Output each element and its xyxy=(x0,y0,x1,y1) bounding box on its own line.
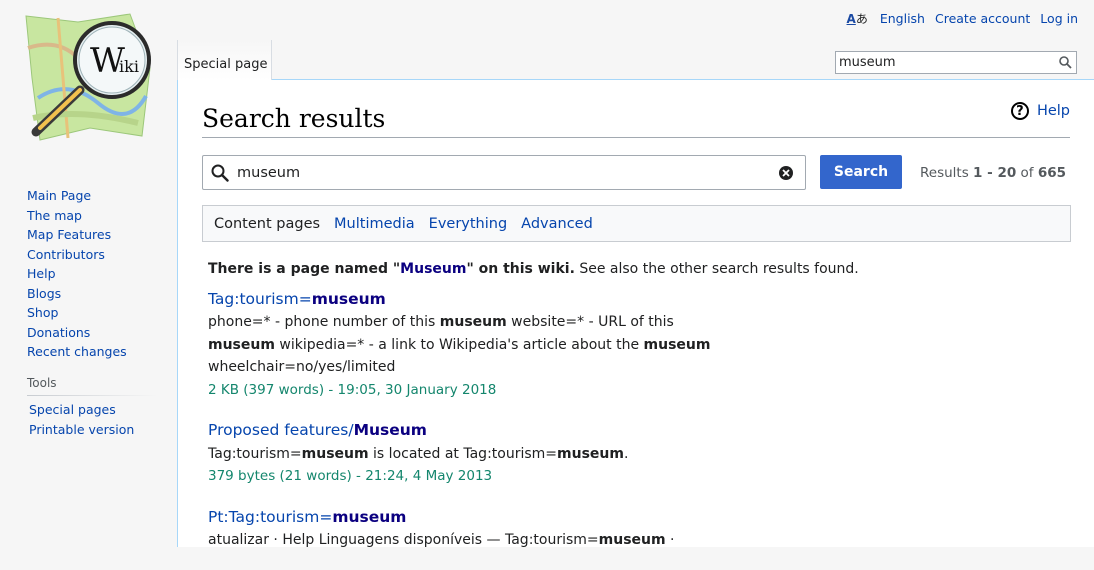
personal-tools: Aあ English Create account Log in xyxy=(847,10,1078,27)
header-search-input[interactable]: museum xyxy=(835,51,1077,74)
login-link[interactable]: Log in xyxy=(1040,11,1078,26)
result-title-match: museum xyxy=(332,507,407,526)
help-label[interactable]: Help xyxy=(1037,103,1070,119)
result-meta: 2 KB (397 words) - 19:05, 30 January 201… xyxy=(208,381,497,398)
search-result: Proposed features/Museum Tag:tourism=mus… xyxy=(208,419,1068,488)
nav-recent-changes[interactable]: Recent changes xyxy=(27,342,127,362)
search-result: Tag:tourism=museum phone=* - phone numbe… xyxy=(208,288,1068,402)
result-title-match: museum xyxy=(311,289,386,308)
search-results: There is a page named "Museum" on this w… xyxy=(208,258,1068,570)
nav-the-map[interactable]: The map xyxy=(27,206,127,226)
nav-help[interactable]: Help xyxy=(27,264,127,284)
search-result: Pt:Tag:tourism=museum atualizar · Help L… xyxy=(208,506,1068,552)
snippet-text: website=* - URL of this xyxy=(506,314,674,330)
header-search-value: museum xyxy=(839,55,896,70)
result-snippet: phone=* - phone number of this museum we… xyxy=(208,311,1068,379)
search-icon[interactable] xyxy=(1054,56,1076,69)
tools-divider xyxy=(27,395,157,396)
snippet-text: atualizar · Help Linguagens disponíveis … xyxy=(208,532,599,548)
result-count-of: of xyxy=(1016,165,1038,181)
tab-content-pages[interactable]: Content pages xyxy=(214,216,320,232)
exact-match-link[interactable]: Museum xyxy=(400,261,466,277)
snippet-text: Tag:tourism= xyxy=(208,445,302,462)
svg-text:iki: iki xyxy=(119,57,139,76)
help-link[interactable]: ? Help xyxy=(1010,102,1070,120)
tab-advanced[interactable]: Advanced xyxy=(521,216,593,232)
tab-special-page[interactable]: Special page xyxy=(177,40,272,80)
search-type-tabs: Content pages Multimedia Everything Adva… xyxy=(202,205,1071,242)
snippet-match: museum xyxy=(598,532,666,548)
result-title-link[interactable]: Tag:tourism=museum xyxy=(208,290,386,308)
notice-tail: See also the other search results found. xyxy=(574,261,859,277)
result-snippet: atualizar · Help Linguagens disponíveis … xyxy=(208,529,1068,552)
tools-menu: Special pages Printable version xyxy=(29,400,134,439)
snippet-text: phone=* - phone number of this xyxy=(208,314,440,330)
result-meta: 379 bytes (21 words) - 21:24, 4 May 2013 xyxy=(208,468,493,484)
nav-main-page[interactable]: Main Page xyxy=(27,186,127,206)
tab-everything[interactable]: Everything xyxy=(429,216,508,232)
notice-before: There is a page named " xyxy=(208,261,401,277)
search-input[interactable]: museum xyxy=(202,155,806,190)
result-count: Results 1 - 20 of 665 xyxy=(920,165,1066,181)
site-logo[interactable]: W iki xyxy=(18,8,158,148)
nav-shop[interactable]: Shop xyxy=(27,303,127,323)
snippet-text: wikipedia=* - a link to Wikipedia's arti… xyxy=(274,336,644,353)
tools-special-pages[interactable]: Special pages xyxy=(29,400,134,420)
language-icon[interactable]: Aあ xyxy=(847,10,868,27)
tab-special-page-label: Special page xyxy=(184,57,268,72)
search-icon xyxy=(203,164,237,182)
wiki-logo-icon: W iki xyxy=(25,13,151,141)
tab-multimedia[interactable]: Multimedia xyxy=(334,216,415,232)
result-title-link[interactable]: Proposed features/Museum xyxy=(208,421,427,439)
help-icon: ? xyxy=(1010,102,1029,120)
snippet-match: museum xyxy=(439,314,507,330)
search-button[interactable]: Search xyxy=(820,155,902,189)
snippet-text: is located at Tag:tourism= xyxy=(368,445,558,462)
snippet-text: . xyxy=(623,445,629,462)
result-title-prefix: Tag:tourism= xyxy=(208,289,312,308)
nav-contributors[interactable]: Contributors xyxy=(27,245,127,265)
snippet-match: museum xyxy=(643,336,711,353)
snippet-match: museum xyxy=(208,336,275,353)
clear-icon[interactable] xyxy=(777,164,795,182)
result-snippet: Tag:tourism=museum is located at Tag:tou… xyxy=(208,443,1068,466)
result-count-prefix: Results xyxy=(920,165,974,181)
main-content: Search results ? Help museum Search Resu… xyxy=(177,80,1094,548)
snippet-text: · xyxy=(665,532,675,548)
main-navigation: Main Page The map Map Features Contribut… xyxy=(27,186,127,362)
title-divider xyxy=(202,137,1070,138)
result-count-total: 665 xyxy=(1037,165,1067,181)
tools-heading: Tools xyxy=(27,376,57,390)
tools-printable-version[interactable]: Printable version xyxy=(29,420,134,440)
snippet-match: museum xyxy=(557,445,624,462)
result-title-match: Museum xyxy=(353,421,427,439)
result-title-link[interactable]: Pt:Tag:tourism=museum xyxy=(208,508,406,526)
search-input-value: museum xyxy=(237,164,301,181)
result-title-prefix: Proposed features/ xyxy=(208,421,354,439)
nav-blogs[interactable]: Blogs xyxy=(27,284,127,304)
page-title: Search results xyxy=(202,104,386,133)
notice-after: " on this wiki. xyxy=(466,261,575,277)
language-link[interactable]: English xyxy=(880,11,925,26)
create-account-link[interactable]: Create account xyxy=(935,11,1030,26)
exact-match-notice: There is a page named "Museum" on this w… xyxy=(208,258,1068,281)
nav-map-features[interactable]: Map Features xyxy=(27,225,127,245)
result-title-prefix: Pt:Tag:tourism= xyxy=(208,507,333,526)
result-count-range: 1 - 20 xyxy=(973,165,1017,181)
snippet-text: wheelchair=no/yes/limited xyxy=(208,359,396,375)
nav-donations[interactable]: Donations xyxy=(27,323,127,343)
snippet-match: museum xyxy=(301,445,369,462)
